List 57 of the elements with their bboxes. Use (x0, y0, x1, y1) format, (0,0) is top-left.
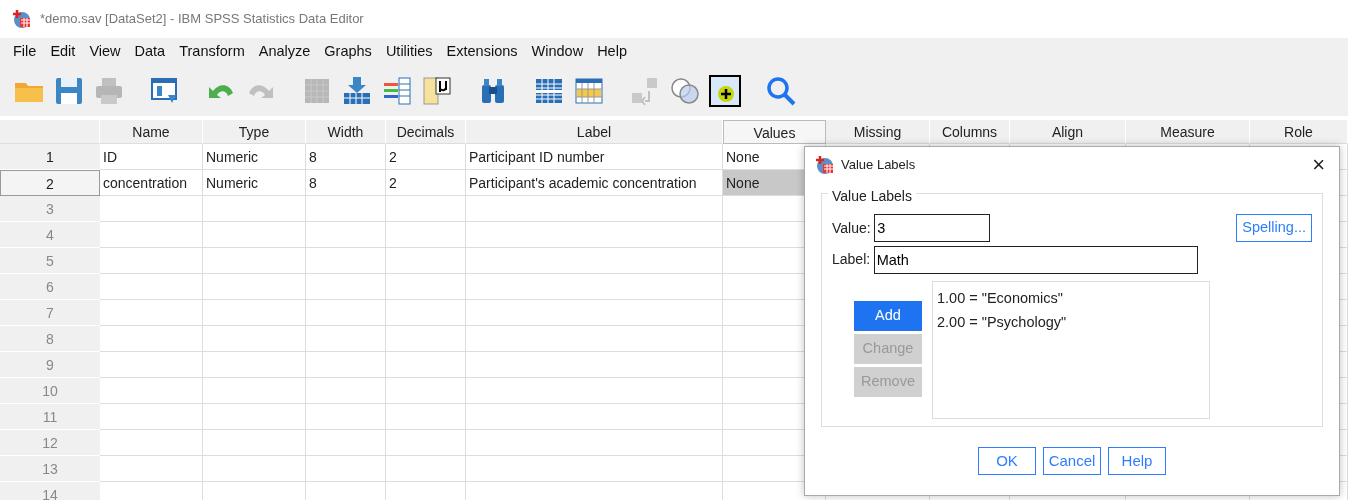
window-title: *demo.sav [DataSet2] - IBM SPSS Statistics Data Editor (40, 10, 364, 29)
table-cell: 2 (386, 144, 466, 170)
table-cell: Participant's academic concentration (466, 170, 723, 196)
table-cell: Participant ID number (466, 144, 723, 170)
menu-item[interactable]: Utilities (378, 41, 440, 63)
table-cell: 2 (386, 170, 466, 196)
value-field[interactable]: 3 (874, 214, 991, 242)
field-label: Value: (832, 218, 871, 238)
add-plus-icon[interactable] (709, 75, 741, 107)
column-header[interactable]: Missing (826, 120, 930, 144)
spelling-button[interactable]: Spelling... (1236, 214, 1312, 242)
column-header[interactable]: Align (1010, 120, 1126, 144)
menu-item[interactable]: Graphs (317, 41, 379, 63)
table-cell: concentration (100, 170, 203, 196)
menu-item[interactable]: Analyze (251, 41, 318, 63)
list-item[interactable]: 1.00 = "Economics" (937, 285, 1205, 310)
column-header[interactable]: Columns (930, 120, 1010, 144)
table-cell: ID (100, 144, 203, 170)
column-header[interactable]: Type (203, 120, 306, 144)
menu-item[interactable]: View (82, 41, 128, 63)
column-header[interactable]: Measure (1126, 120, 1250, 144)
table-cell: Numeric (203, 144, 306, 170)
column-header[interactable]: Name (100, 120, 203, 144)
table-cell: 8 (306, 170, 386, 196)
dialog-button[interactable]: Cancel (1043, 447, 1101, 475)
table-cell: 8 (306, 144, 386, 170)
menu-item[interactable]: Data (127, 41, 173, 63)
row-number[interactable]: 1 (0, 144, 100, 170)
menu-item[interactable]: Help (590, 41, 634, 63)
column-header[interactable]: Decimals (386, 120, 466, 144)
dialog-title: Value Labels (841, 156, 916, 175)
primary-button[interactable]: Add (854, 300, 922, 331)
column-header[interactable]: Label (466, 120, 723, 144)
mu-table-icon[interactable] (421, 75, 453, 107)
close-button[interactable]: × (1308, 154, 1329, 176)
row-number[interactable]: 2 (0, 170, 100, 196)
list-item[interactable]: 2.00 = "Psychology" (937, 309, 1205, 334)
app-logo-icon (12, 9, 32, 29)
column-header[interactable]: Role (1250, 120, 1348, 144)
table-cell: Numeric (203, 170, 306, 196)
dialog-button[interactable]: OK (978, 447, 1036, 475)
dialog-button[interactable]: Help (1108, 447, 1166, 475)
menu-item[interactable]: Extensions (439, 41, 525, 63)
menu-item[interactable]: File (6, 41, 44, 63)
menu-item[interactable]: Window (524, 41, 591, 63)
menu-item[interactable]: Transform (172, 41, 252, 63)
circles-icon[interactable] (669, 75, 701, 107)
column-header[interactable]: Values (723, 120, 826, 144)
menu-item[interactable]: Edit (43, 41, 83, 63)
label-field[interactable]: Math (873, 245, 1198, 274)
search-icon[interactable] (765, 75, 797, 107)
dialog-logo-icon (815, 155, 835, 175)
field-label: Label: (832, 250, 871, 269)
weight-table-icon[interactable] (573, 75, 605, 107)
variable-list-icon[interactable] (381, 75, 413, 107)
column-header[interactable]: Width (306, 120, 386, 144)
download-grid-icon[interactable] (341, 75, 373, 107)
